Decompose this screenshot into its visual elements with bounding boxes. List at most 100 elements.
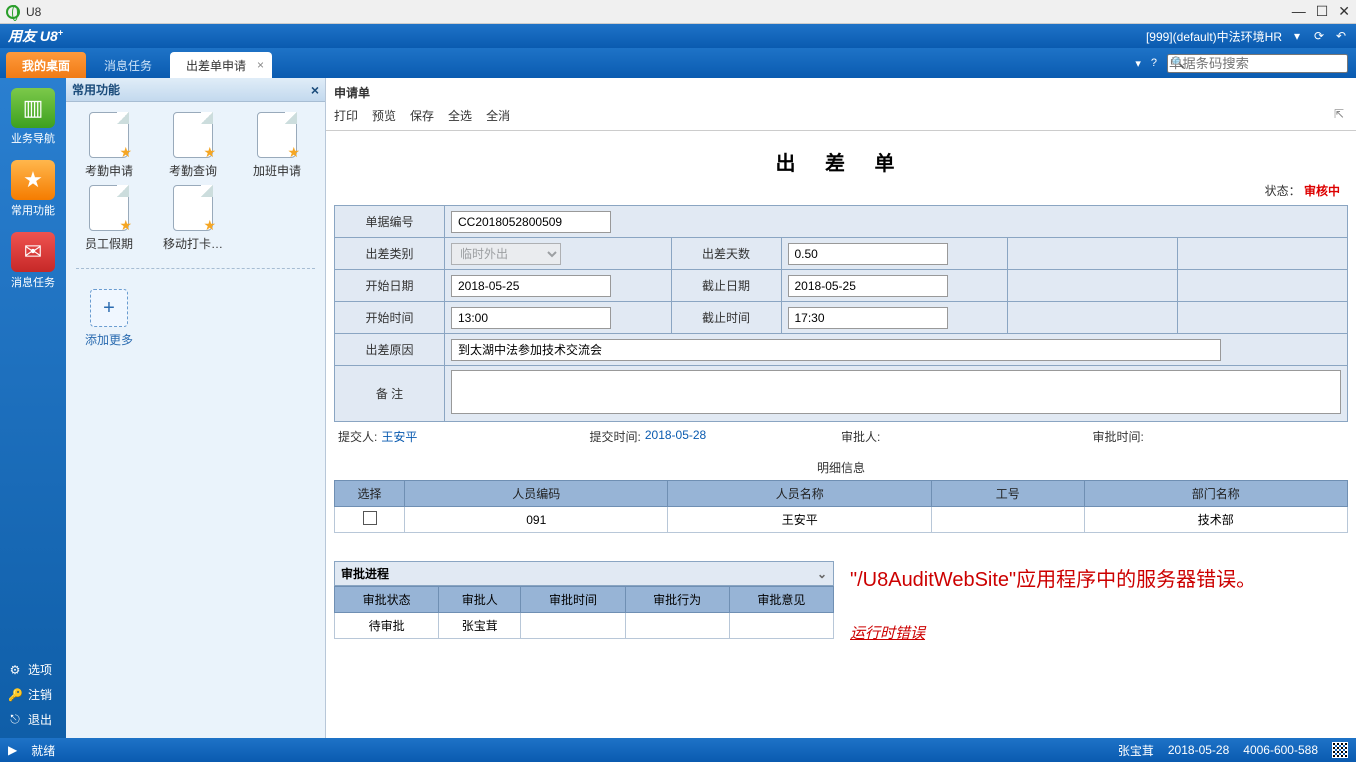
refresh-icon[interactable]: ⟳ [1312,29,1326,43]
col-ap-status: 审批状态 [335,587,439,613]
textarea-remark[interactable] [451,370,1341,414]
label-reason: 出差原因 [335,334,445,366]
nav-business-icon: ▥ [11,88,55,128]
dropdown-icon[interactable]: ▾ [1290,29,1304,43]
input-end-time[interactable] [788,307,948,329]
submitter-value: 王安平 [381,428,417,445]
nav-options[interactable]: ⚙选项 [0,657,66,682]
submit-time-label: 提交时间: [590,428,641,445]
plus-icon: + [90,289,128,327]
expand-icon[interactable]: ⇱ [1334,107,1348,124]
func-attendance-apply[interactable]: 考勤申请 [72,112,146,179]
error-box: "/U8AuditWebSite"应用程序中的服务器错误。 运行时错误 [842,561,1348,650]
nav-common[interactable]: ★常用功能 [5,154,61,226]
panel-title: 常用功能 [72,81,120,98]
back-icon[interactable]: ↶ [1334,29,1348,43]
table-row[interactable]: 091 王安平 技术部 [335,507,1348,533]
label-doc-no: 单据编号 [335,206,445,238]
input-start-time[interactable] [451,307,611,329]
panel-header: 常用功能 × [66,78,325,102]
select-trip-type[interactable]: 临时外出 [451,243,561,265]
error-title: "/U8AuditWebSite"应用程序中的服务器错误。 [850,565,1340,595]
form-title: 出 差 单 [334,137,1348,180]
key-icon: 🔑 [8,688,22,702]
selectall-button[interactable]: 全选 [448,107,472,124]
input-reason[interactable] [451,339,1221,361]
tab-trip-request[interactable]: 出差单申请× [170,52,272,78]
status-phone: 4006-600-588 [1243,743,1318,757]
cell-job-no [931,507,1084,533]
main-tabs: 我的桌面 消息任务 出差单申请× ▾ ? [0,48,1356,78]
input-doc-no[interactable] [451,211,611,233]
play-icon[interactable]: ▶ [8,743,17,757]
approver-label: 审批人: [841,428,880,445]
status-date: 2018-05-28 [1168,743,1229,757]
label-remark: 备 注 [335,366,445,422]
help-icon[interactable]: ? [1151,57,1157,69]
barcode-search-input[interactable] [1167,54,1348,73]
col-ap-opinion: 审批意见 [729,587,833,613]
minimize-button[interactable]: — [1292,3,1306,20]
cell-ap-opinion [729,613,833,639]
panel-close-icon[interactable]: × [311,82,319,98]
document-icon [89,185,129,231]
col-job-no: 工号 [931,481,1084,507]
qrcode-icon[interactable] [1332,742,1348,758]
brand-bar: 用友 U8+ [999](default)中法环境HR ▾ ⟳ ↶ [0,24,1356,48]
col-emp-code: 人员编码 [405,481,668,507]
detail-title: 明细信息 [334,455,1348,480]
common-functions-panel: 常用功能 × 考勤申请 考勤查询 加班申请 员工假期 移动打卡… +添加更多 [66,78,326,738]
row-checkbox[interactable] [363,511,377,525]
content-area: 申请单 打印 预览 保存 全选 全消 ⇱ 出 差 单 状态： 审核中 单据编号 [326,78,1356,738]
func-attendance-query[interactable]: 考勤查询 [156,112,230,179]
func-employee-leave[interactable]: 员工假期 [72,185,146,252]
window-title: U8 [26,5,41,19]
approval-panel: 审批进程 ⌄ 审批状态 审批人 审批时间 审批行为 审批意见 待审批 张宝茸 [334,561,834,650]
window-titlebar: U8 — ☐ ✕ [0,0,1356,24]
nav-messages[interactable]: ✉消息任务 [5,226,61,298]
document-icon [257,112,297,158]
cell-ap-time [521,613,625,639]
nav-logout[interactable]: 🔑注销 [0,682,66,707]
input-start-date[interactable] [451,275,611,297]
print-button[interactable]: 打印 [334,107,358,124]
func-overtime-apply[interactable]: 加班申请 [240,112,314,179]
detail-grid: 选择 人员编码 人员名称 工号 部门名称 091 王安平 技术部 [334,480,1348,533]
preview-button[interactable]: 预览 [372,107,396,124]
tab-messages[interactable]: 消息任务 [88,52,168,78]
cell-ap-action [625,613,729,639]
maximize-button[interactable]: ☐ [1316,3,1329,20]
deselect-button[interactable]: 全消 [486,107,510,124]
doc-header: 申请单 [334,82,1348,103]
save-button[interactable]: 保存 [410,107,434,124]
tab-home[interactable]: 我的桌面 [6,52,86,78]
nav-exit[interactable]: ⎋退出 [0,707,66,732]
status-value: 审核中 [1304,184,1340,198]
approval-title: 审批进程 [341,565,389,582]
status-user: 张宝茸 [1118,742,1154,759]
input-end-date[interactable] [788,275,948,297]
collapse-icon[interactable]: ⌄ [817,567,827,581]
label-trip-type: 出差类别 [335,238,445,270]
exit-icon: ⎋ [8,712,22,727]
func-mobile-punch[interactable]: 移动打卡… [156,185,230,252]
left-nav: ▥业务导航 ★常用功能 ✉消息任务 ⚙选项 🔑注销 ⎋退出 [0,78,66,738]
tab-close-icon[interactable]: × [257,58,264,72]
approval-grid: 审批状态 审批人 审批时间 审批行为 审批意见 待审批 张宝茸 [334,586,834,639]
col-ap-person: 审批人 [439,587,521,613]
input-trip-days[interactable] [788,243,948,265]
submit-time-value: 2018-05-28 [645,428,706,445]
label-start-date: 开始日期 [335,270,445,302]
app-icon [6,5,20,19]
toolbar: 打印 预览 保存 全选 全消 ⇱ [334,103,1348,130]
tab-menu-icon[interactable]: ▾ [1135,57,1141,70]
document-icon [89,112,129,158]
document-icon [173,112,213,158]
nav-business[interactable]: ▥业务导航 [5,82,61,154]
status-ready: 就绪 [31,742,55,759]
add-more-button[interactable]: +添加更多 [72,289,146,348]
form-table: 单据编号 出差类别 临时外出 出差天数 开始日期 截止日期 [334,205,1348,422]
error-subtitle: 运行时错误 [850,623,1340,646]
close-button[interactable]: ✕ [1338,3,1350,20]
label-end-date: 截止日期 [671,270,781,302]
